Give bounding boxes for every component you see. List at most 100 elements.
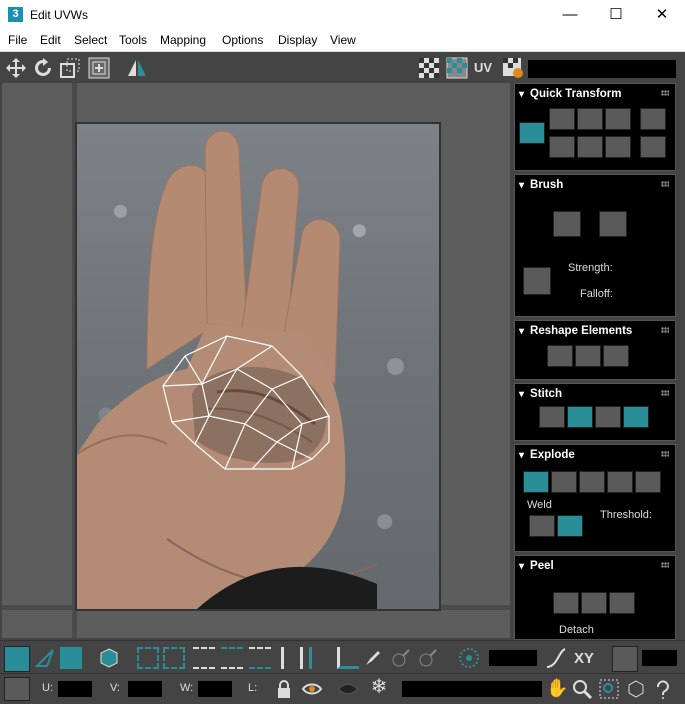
ring-icon[interactable] xyxy=(281,647,303,669)
stitch-to-source-icon[interactable] xyxy=(623,406,649,428)
relax-brush-icon[interactable] xyxy=(599,211,627,237)
cube-icon[interactable] xyxy=(603,345,629,367)
peel-mode-icon[interactable] xyxy=(581,592,607,614)
rollout-grip-icon[interactable] xyxy=(661,562,669,568)
align-center-icon[interactable] xyxy=(519,122,545,144)
ring-shrink-icon[interactable] xyxy=(337,647,359,669)
xy-space-toggle[interactable]: XY xyxy=(574,650,594,667)
ring-grow-icon[interactable] xyxy=(309,647,331,669)
loop-icon[interactable] xyxy=(193,647,215,669)
freeze-icon[interactable]: ❄ xyxy=(368,676,390,698)
reset-peel-icon[interactable] xyxy=(609,592,635,614)
align-horizontal-icon[interactable] xyxy=(549,108,575,130)
rollout-grip-icon[interactable] xyxy=(661,390,669,396)
menu-options[interactable]: Options xyxy=(222,33,263,47)
move-icon[interactable] xyxy=(4,56,28,80)
unhide-icon[interactable] xyxy=(337,678,359,700)
u-coordinate-field[interactable] xyxy=(58,681,92,697)
rollout-grip-icon[interactable] xyxy=(661,451,669,457)
explode-title[interactable]: Explode xyxy=(519,449,575,461)
stitch-to-average-icon[interactable] xyxy=(595,406,621,428)
w-coordinate-field[interactable] xyxy=(198,681,232,697)
paint-move-icon[interactable] xyxy=(553,211,581,237)
menu-file[interactable]: File xyxy=(8,33,27,47)
texture-map-icon[interactable] xyxy=(445,56,469,80)
scale-icon[interactable] xyxy=(58,56,82,80)
shrink-selection-icon[interactable] xyxy=(163,647,185,669)
straighten-icon[interactable] xyxy=(547,345,573,367)
soft-selection-falloff-field[interactable] xyxy=(489,650,537,666)
pan-icon[interactable]: ✋ xyxy=(546,677,568,699)
rollout-grip-icon[interactable] xyxy=(661,327,669,333)
rotate-ccw-icon[interactable] xyxy=(605,108,631,130)
stitch-title[interactable]: Stitch xyxy=(519,388,562,400)
maximize-button[interactable]: ☐ xyxy=(593,0,639,30)
brush-stroke-icon[interactable] xyxy=(523,267,551,295)
space-vertical-icon[interactable] xyxy=(549,136,575,158)
select-face-icon[interactable] xyxy=(60,647,82,669)
hide-icon[interactable] xyxy=(301,678,323,700)
select-vertex-icon[interactable] xyxy=(4,646,30,672)
menu-select[interactable]: Select xyxy=(74,33,107,47)
explode-by-smoothing-icon[interactable] xyxy=(579,471,605,493)
rotate-cw-icon[interactable] xyxy=(605,136,631,158)
freeform-icon[interactable] xyxy=(87,56,111,80)
paint-select-icon[interactable] xyxy=(362,647,384,669)
filter-field[interactable] xyxy=(402,681,542,697)
texture-dropdown[interactable] xyxy=(528,60,676,78)
l-label: L: xyxy=(248,682,258,694)
uv-label[interactable]: UV xyxy=(474,60,492,75)
align-to-edge-icon[interactable] xyxy=(577,136,603,158)
paint-grow-icon[interactable] xyxy=(390,647,412,669)
rollout-grip-icon[interactable] xyxy=(661,181,669,187)
select-element-icon[interactable] xyxy=(98,647,120,669)
quick-peel-icon[interactable] xyxy=(553,592,579,614)
soft-selection-icon[interactable] xyxy=(458,647,480,669)
align-vertical-icon[interactable] xyxy=(577,108,603,130)
limit-select-icon[interactable] xyxy=(612,646,638,672)
top-toolbar: UV xyxy=(0,52,685,84)
loop-grow-icon[interactable] xyxy=(221,647,243,669)
menu-mapping[interactable]: Mapping xyxy=(160,33,206,47)
rotate-icon[interactable] xyxy=(31,56,55,80)
menu-view[interactable]: View xyxy=(330,33,356,47)
space-vertical-alt-icon[interactable] xyxy=(640,136,666,158)
reshape-elements-title[interactable]: Reshape Elements xyxy=(519,325,632,337)
absolute-offset-mode-icon[interactable] xyxy=(4,677,30,701)
zoom-extents-icon[interactable] xyxy=(625,678,647,700)
select-edge-icon[interactable] xyxy=(34,647,56,669)
menu-edit[interactable]: Edit xyxy=(40,33,61,47)
space-horizontal-icon[interactable] xyxy=(640,108,666,130)
menu-display[interactable]: Display xyxy=(278,33,317,47)
menu-tools[interactable]: Tools xyxy=(119,33,147,47)
v-coordinate-field[interactable] xyxy=(128,681,162,697)
relax-icon[interactable] xyxy=(575,345,601,367)
mirror-icon[interactable] xyxy=(125,56,149,80)
explode-by-material-icon[interactable] xyxy=(607,471,633,493)
edge-distance-field[interactable] xyxy=(642,650,677,666)
peel-title[interactable]: Peel xyxy=(519,560,554,572)
flatten-icon[interactable] xyxy=(635,471,661,493)
grow-selection-icon[interactable] xyxy=(137,647,159,669)
explode-by-polygon-icon[interactable] xyxy=(551,471,577,493)
weld-selected-icon[interactable] xyxy=(529,515,555,537)
falloff-curve-icon[interactable] xyxy=(545,647,567,669)
weld-all-icon[interactable] xyxy=(557,515,583,537)
loop-shrink-icon[interactable] xyxy=(249,647,271,669)
zoom-region-icon[interactable] xyxy=(598,678,620,700)
lock-icon[interactable] xyxy=(273,678,295,700)
minimize-button[interactable]: — xyxy=(547,0,593,30)
quick-transform-title[interactable]: Quick Transform xyxy=(519,88,621,100)
map-settings-icon[interactable] xyxy=(501,56,525,80)
rollout-grip-icon[interactable] xyxy=(661,90,669,96)
u-label: U: xyxy=(42,682,53,694)
stitch-custom-icon[interactable] xyxy=(539,406,565,428)
stitch-to-target-icon[interactable] xyxy=(567,406,593,428)
break-icon[interactable] xyxy=(523,471,549,493)
zoom-icon[interactable] xyxy=(571,678,593,700)
brush-title[interactable]: Brush xyxy=(519,179,563,191)
help-icon[interactable] xyxy=(652,678,674,700)
close-button[interactable]: ✕ xyxy=(639,0,685,30)
paint-shrink-icon[interactable] xyxy=(417,647,439,669)
checker-map-icon[interactable] xyxy=(417,56,441,80)
